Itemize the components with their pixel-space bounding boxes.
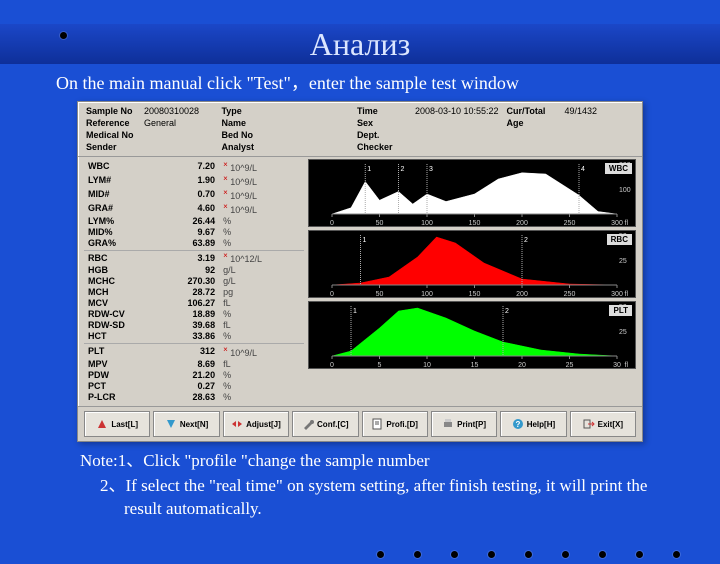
- wbc-chart: WBC 050100150200250300fl1234100200: [308, 159, 636, 227]
- svg-text:30: 30: [613, 362, 621, 368]
- svg-text:fl: fl: [625, 220, 629, 226]
- decorative-dots-bottom: [377, 551, 680, 558]
- decorative-dots-top: [60, 32, 67, 39]
- svg-text:2: 2: [524, 237, 528, 244]
- last-button[interactable]: Last[L]: [84, 411, 150, 437]
- value-time: 2008-03-10 10:55:22: [415, 106, 499, 116]
- svg-text:200: 200: [516, 220, 528, 226]
- label-analyst: Analyst: [221, 142, 273, 152]
- note-1: Note:1、Click "profile "change the sample…: [80, 450, 664, 473]
- wrench-icon: [302, 418, 314, 430]
- label-reference: Reference: [86, 118, 138, 128]
- histogram-panel: WBC 050100150200250300fl1234100200 RBC 0…: [308, 159, 636, 402]
- svg-text:150: 150: [469, 220, 481, 226]
- arrow-down-icon: [165, 418, 177, 430]
- svg-text:3: 3: [429, 166, 433, 173]
- value-reference: General: [144, 118, 176, 128]
- plt-chart: PLT 051015202530fl122550: [308, 301, 636, 369]
- rbc-chart: RBC 050100150200250300fl122550: [308, 230, 636, 298]
- svg-text:150: 150: [469, 291, 481, 297]
- label-time: Time: [357, 106, 409, 116]
- label-sender: Sender: [86, 142, 138, 152]
- sample-info-panel: Sample No 20080310028 Type Time 2008-03-10…: [78, 102, 642, 157]
- svg-text:250: 250: [564, 291, 576, 297]
- svg-text:2: 2: [505, 308, 509, 315]
- label-checker: Checker: [357, 142, 409, 152]
- svg-text:100: 100: [619, 187, 631, 194]
- svg-text:4: 4: [581, 166, 585, 173]
- svg-text:200: 200: [516, 291, 528, 297]
- label-medical-no: Medical No: [86, 130, 138, 140]
- next-button[interactable]: Next[N]: [153, 411, 219, 437]
- value-curtotal: 49/1432: [565, 106, 598, 116]
- help-icon: ?: [512, 418, 524, 430]
- help-button[interactable]: ?Help[H]: [500, 411, 566, 437]
- svg-text:0: 0: [330, 220, 334, 226]
- svg-text:100: 100: [421, 220, 433, 226]
- svg-text:1: 1: [353, 308, 357, 315]
- svg-text:0: 0: [330, 362, 334, 368]
- exit-icon: [583, 418, 595, 430]
- slide-title: Анализ: [0, 24, 720, 64]
- arrow-up-icon: [96, 418, 108, 430]
- note-2: 2、If select the "real time" on system se…: [80, 475, 664, 521]
- svg-text:300: 300: [611, 220, 623, 226]
- plt-chart-label: PLT: [609, 305, 632, 316]
- svg-text:25: 25: [619, 329, 627, 336]
- svg-text:100: 100: [421, 291, 433, 297]
- svg-text:250: 250: [564, 220, 576, 226]
- svg-text:0: 0: [330, 291, 334, 297]
- label-curtotal: Cur/Total: [507, 106, 559, 116]
- label-sex: Sex: [357, 118, 409, 128]
- rbc-chart-label: RBC: [607, 234, 632, 245]
- adjust-button[interactable]: Adjust[J]: [223, 411, 289, 437]
- svg-text:300: 300: [611, 291, 623, 297]
- svg-text:fl: fl: [625, 362, 629, 368]
- label-type: Type: [221, 106, 273, 116]
- svg-text:50: 50: [376, 220, 384, 226]
- label-bed-no: Bed No: [221, 130, 273, 140]
- svg-text:5: 5: [378, 362, 382, 368]
- wbc-chart-label: WBC: [605, 163, 632, 174]
- svg-text:25: 25: [619, 258, 627, 265]
- label-dept: Dept.: [357, 130, 409, 140]
- svg-text:?: ?: [515, 420, 520, 429]
- toolbar: Last[L] Next[N] Adjust[J] Conf.[C] Profi…: [78, 406, 642, 441]
- svg-text:25: 25: [566, 362, 574, 368]
- slide-intro: On the main manual click "Test"，enter th…: [56, 72, 672, 95]
- svg-text:15: 15: [471, 362, 479, 368]
- slide-notes: Note:1、Click "profile "change the sample…: [80, 450, 664, 521]
- document-icon: [371, 418, 383, 430]
- profile-button[interactable]: Profi.[D]: [362, 411, 428, 437]
- print-button[interactable]: Print[P]: [431, 411, 497, 437]
- svg-text:1: 1: [363, 237, 367, 244]
- svg-text:10: 10: [423, 362, 431, 368]
- printer-icon: [442, 418, 454, 430]
- svg-text:fl: fl: [625, 291, 629, 297]
- exit-button[interactable]: Exit[X]: [570, 411, 636, 437]
- value-sample-no: 20080310028: [144, 106, 199, 116]
- parameter-table: WBC7.20× 10^9/LLYM#1.90× 10^9/LMID#0.70×…: [84, 159, 304, 402]
- conf-button[interactable]: Conf.[C]: [292, 411, 358, 437]
- svg-text:20: 20: [518, 362, 526, 368]
- test-window: Sample No 20080310028 Type Time 2008-03-10…: [77, 101, 643, 442]
- label-age: Age: [507, 118, 559, 128]
- svg-text:1: 1: [367, 166, 371, 173]
- arrows-lr-icon: [231, 418, 243, 430]
- label-sample-no: Sample No: [86, 106, 138, 116]
- svg-text:50: 50: [376, 291, 384, 297]
- svg-text:2: 2: [401, 166, 405, 173]
- label-name: Name: [221, 118, 273, 128]
